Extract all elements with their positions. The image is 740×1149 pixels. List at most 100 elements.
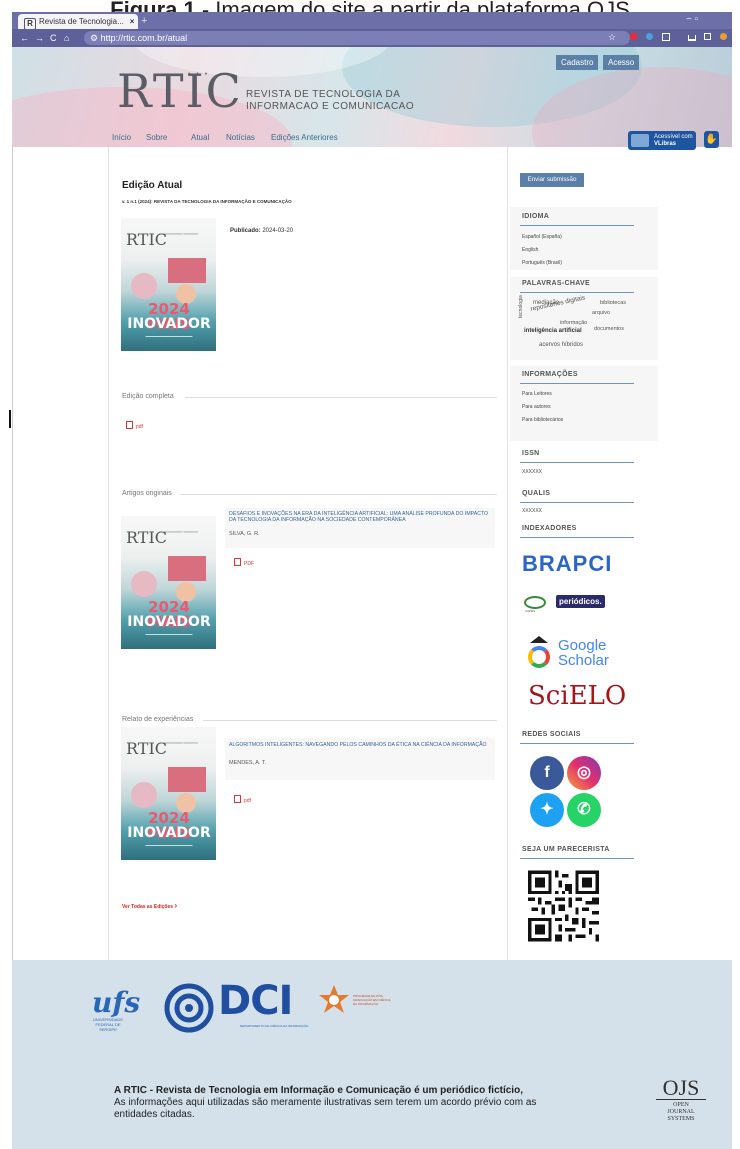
main-column-border [108,147,109,960]
bookmark-star-icon[interactable]: ☆ [608,32,616,43]
capes-periodicos-logo[interactable]: CAPES periódicos. [522,590,625,616]
language-item-pt[interactable]: Português (Brasil) [522,260,562,266]
pdf-file-icon [234,795,241,803]
cover-sphere [131,571,157,597]
keyword-tag[interactable]: informação [560,320,587,326]
periodicos-label: periódicos. [556,595,605,608]
keyword-tag[interactable]: tecnologia [518,295,524,318]
reload-icon[interactable]: C [50,33,57,43]
extension-icon[interactable] [646,33,653,40]
site-logo[interactable]: RTIC [117,66,243,116]
login-link[interactable]: Acesso [603,55,640,70]
new-tab-button[interactable]: + [141,15,147,27]
chevron-right-icon: › [174,901,178,910]
keyword-tag[interactable]: arquivo [592,310,610,316]
view-all-issues-link[interactable]: Ver Todas as Edições › [122,901,177,910]
footer-disclaimer-bold: A RTIC - Revista de Tecnologia em Inform… [114,1085,523,1096]
issue-cover-image[interactable]: RTIC ━━━━━━━━━━━━━ ━━━━━━━━ 2024 MAIS IN… [121,218,216,351]
section-divider [203,720,497,721]
ojs-logo[interactable]: OJS OPEN JOURNAL SYSTEMS [656,1077,706,1123]
issue-identification[interactable]: v. 1 n.1 (2024): REVISTA DA TECNOLOGIA D… [122,199,292,204]
keyword-tag[interactable]: documentos [594,326,624,332]
tab-close-icon[interactable]: × [130,17,135,26]
vlibras-hand-icon[interactable]: ✋ [704,131,719,148]
extension-icon[interactable] [630,33,637,40]
pdf-label: pdf [136,424,143,430]
home-icon[interactable]: ⌂ [64,33,69,43]
instagram-icon[interactable]: ◎ [567,756,601,790]
cover-sphere [131,273,157,299]
vlibras-avatar-icon [631,134,649,147]
site-tagline: REVISTA DE TECNOLOGIA DA INFORMACAO E CO… [246,89,414,113]
qr-code-icon[interactable] [528,870,599,942]
facebook-icon[interactable]: f [530,756,564,790]
cover-headline-2: INOVADOR [127,614,211,630]
ojs-logo-journal: JOURNAL [667,1109,695,1115]
download-icon[interactable] [688,35,696,41]
browser-tab[interactable]: R Revista de Tecnologia... × [18,14,138,30]
pdf-galley-link[interactable]: pdf [234,795,251,804]
sidebar-toggle-icon[interactable] [704,33,711,40]
cover-pink-block [168,556,206,581]
site-info-icon[interactable]: ⚙ [90,33,98,43]
google-scholar-logo[interactable]: Google Scholar [528,634,620,674]
keyword-tag[interactable]: acervos híbridos [539,342,583,348]
cover-sphere [131,782,157,808]
heading-underline [520,225,634,226]
scielo-logo[interactable]: SciELO [528,681,626,711]
info-link-readers[interactable]: Para Leitores [522,391,552,397]
language-item-en[interactable]: English [522,247,538,253]
article-cover-image[interactable]: RTIC ━━━━━━━━━━━━━ ━━━━━━━━ 2024 MAIS IN… [121,516,216,649]
published-label: Publicado: [230,228,261,234]
register-link[interactable]: Cadastro [556,55,599,70]
address-bar[interactable]: ⚙ http://rtic.com.br/atual [84,31,630,45]
issn-value: XXXXXX [522,469,543,475]
whatsapp-icon[interactable]: ✆ [567,793,601,827]
url-text: http://rtic.com.br/atual [100,33,188,43]
pdf-label: PDF [244,561,254,567]
pdf-galley-link[interactable]: PDF [234,558,254,567]
google-scholar-text-2: Scholar [558,652,609,669]
article-authors: MENDES, A. T. [229,760,267,766]
cover-small-print: ━━━━━━━━━━━━━ ━━━━━━━━ [159,232,198,236]
google-scholar-text-1: Google [558,637,607,654]
graduation-cap-icon [530,636,548,643]
section-divider [180,494,497,495]
partner-heading: SEJA UM PARECERISTA [522,846,610,853]
profile-avatar[interactable] [720,33,727,40]
article-cover-image[interactable]: RTIC ━━━━━━━━━━━━━ ━━━━━━━━ 2024 MAIS IN… [121,727,216,860]
cover-headline-2: INOVADOR [127,316,211,332]
article-authors: SILVA, G. R. [229,531,260,537]
article-title-link[interactable]: ALGORITMOS INTELIGENTES: NAVEGANDO PELOS… [229,742,491,748]
pdf-file-icon [126,421,133,429]
language-item-es[interactable]: Español (España) [522,234,562,240]
cover-subtitle: ▬▬▬▬▬▬▬▬▬▬▬▬▬▬▬▬▬▬ [145,335,193,338]
nav-item-edicoes-anteriores[interactable]: Edições Anteriores [271,133,338,142]
info-link-authors[interactable]: Para autores [522,404,551,410]
twitter-icon[interactable]: ✦ [530,793,564,827]
pdf-file-icon [234,558,241,566]
ppgci-logo-text: PROGRAMA DE PÓS-GRADUAÇÃO EM CIÊNCIA DA … [353,994,391,1006]
pdf-galley-link[interactable]: pdf [126,421,143,430]
info-link-librarians[interactable]: Para bibliotecários [522,417,563,423]
forward-icon[interactable]: → [35,33,44,43]
nav-item-atual[interactable]: Atual [191,133,209,142]
dci-logo-subtitle: DEPARTAMENTO DE CIÊNCIA DA INFORMAÇÃO [240,1024,309,1028]
heading-underline [520,292,634,293]
article-title-link[interactable]: DESAFIOS E INOVAÇÕES NA ERA DA INTELIGÊN… [229,511,491,523]
brapci-logo[interactable]: BRAPCI [522,551,612,577]
nav-item-sobre[interactable]: Sobre [146,133,167,142]
nav-item-noticias[interactable]: Notícias [226,133,255,142]
make-submission-button[interactable]: Enviar submissão [520,173,584,187]
text-cursor [9,410,11,428]
section-title: Relato de experiências [122,716,194,723]
keyword-tag[interactable]: inteligência artificial [524,328,582,334]
vlibras-button[interactable]: Acessível com VLibras [628,131,696,150]
window-controls[interactable]: − ▫ [686,14,698,25]
back-icon[interactable]: ← [20,33,29,43]
nav-item-inicio[interactable]: Início [112,133,131,142]
browser-tab-title: Revista de Tecnologia... [39,17,124,26]
extensions-puzzle-icon[interactable] [662,33,670,41]
ufs-logo[interactable]: ufs [92,986,140,1019]
keyword-tag[interactable]: bibliotecas [600,300,626,306]
